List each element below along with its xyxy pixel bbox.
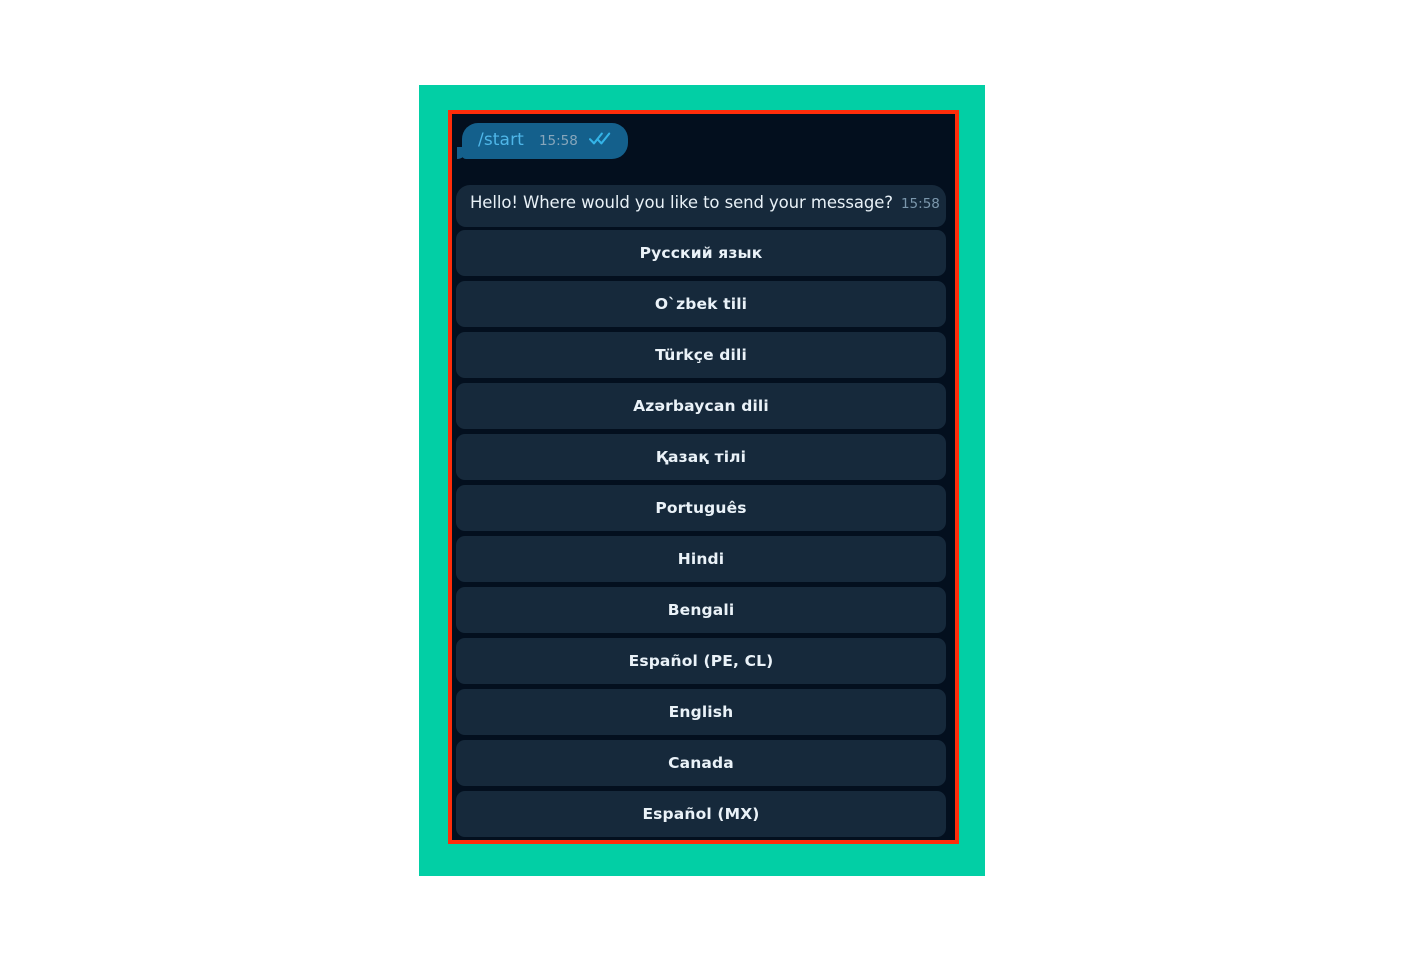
chat-message-area: /start 15:58 Hello! Where would you like… <box>452 114 955 840</box>
incoming-message-time: 15:58 <box>900 196 940 212</box>
command-text: /start <box>478 130 524 150</box>
keyboard-button[interactable]: Türkçe dili <box>456 332 946 378</box>
keyboard-button[interactable]: Canada <box>456 740 946 786</box>
keyboard-button[interactable]: Русский язык <box>456 230 946 276</box>
keyboard-button[interactable]: Español (PE, CL) <box>456 638 946 684</box>
keyboard-button[interactable]: Azərbaycan dili <box>456 383 946 429</box>
outgoing-message-bubble[interactable]: /start 15:58 <box>457 123 628 159</box>
inline-keyboard: Русский язык O`zbek tili Türkçe dili Azərba… <box>456 230 946 840</box>
incoming-message-bubble: Hello! Where would you like to send your… <box>456 185 946 227</box>
keyboard-button[interactable]: Hindi <box>456 536 946 582</box>
annotated-region: /start 15:58 Hello! Where would you like… <box>448 110 959 844</box>
keyboard-button[interactable]: Bengali <box>456 587 946 633</box>
keyboard-button[interactable]: Português <box>456 485 946 531</box>
incoming-message-text: Hello! Where would you like to send your… <box>470 193 893 212</box>
double-check-icon <box>588 130 611 149</box>
keyboard-button[interactable]: Español (MX) <box>456 791 946 837</box>
outgoing-message-time: 15:58 <box>538 133 578 149</box>
keyboard-button[interactable]: O`zbek tili <box>456 281 946 327</box>
outgoing-message-row: /start 15:58 <box>457 123 628 159</box>
keyboard-button[interactable]: English <box>456 689 946 735</box>
keyboard-button[interactable]: Қазақ тілі <box>456 434 946 480</box>
